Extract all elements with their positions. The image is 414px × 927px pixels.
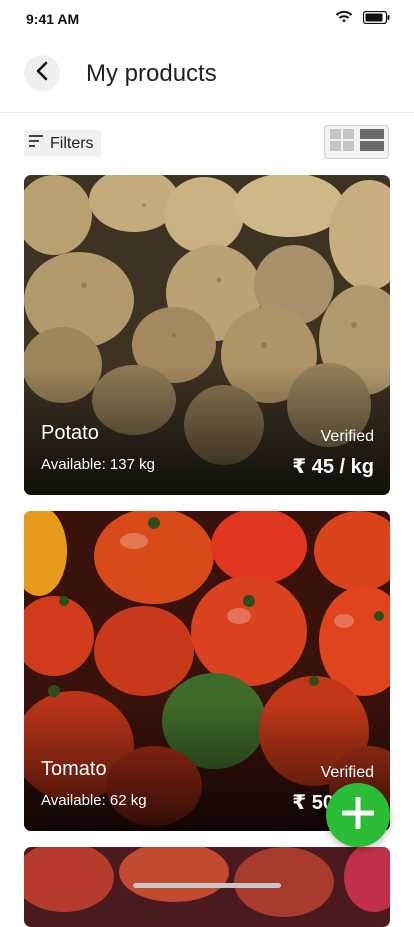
view-toggle	[324, 125, 389, 159]
page-title: My products	[86, 60, 217, 87]
back-arrow-icon	[35, 60, 49, 87]
grid-view-icon[interactable]	[329, 128, 354, 156]
product-name: Potato	[41, 422, 99, 444]
filters-label: Filters	[50, 134, 94, 152]
plus-icon	[340, 795, 376, 836]
battery-icon	[363, 10, 390, 24]
product-availability: Available: 62 kg	[41, 792, 147, 809]
filter-icon	[29, 134, 44, 153]
verified-badge: Verified	[320, 428, 374, 445]
header: My products	[0, 40, 414, 113]
filters-button[interactable]: Filters	[24, 130, 101, 157]
verified-badge: Verified	[320, 764, 374, 781]
product-availability: Available: 137 kg	[41, 456, 155, 473]
status-time: 9:41 AM	[26, 11, 80, 27]
list-view-icon[interactable]	[359, 128, 384, 156]
home-indicator	[133, 883, 281, 888]
product-card-potato[interactable]: Potato Available: 137 kg Verified ₹ 45 /…	[24, 175, 390, 495]
status-bar: 9:41 AM	[0, 0, 414, 40]
wifi-icon	[335, 10, 353, 24]
product-price: ₹ 45 / kg	[292, 456, 374, 478]
product-name: Tomato	[41, 758, 107, 780]
product-card-tomato[interactable]: Tomato Available: 62 kg Verified ₹ 50 / …	[24, 511, 390, 831]
back-button[interactable]	[24, 55, 60, 91]
status-icons	[335, 10, 390, 24]
add-product-button[interactable]	[326, 783, 390, 847]
